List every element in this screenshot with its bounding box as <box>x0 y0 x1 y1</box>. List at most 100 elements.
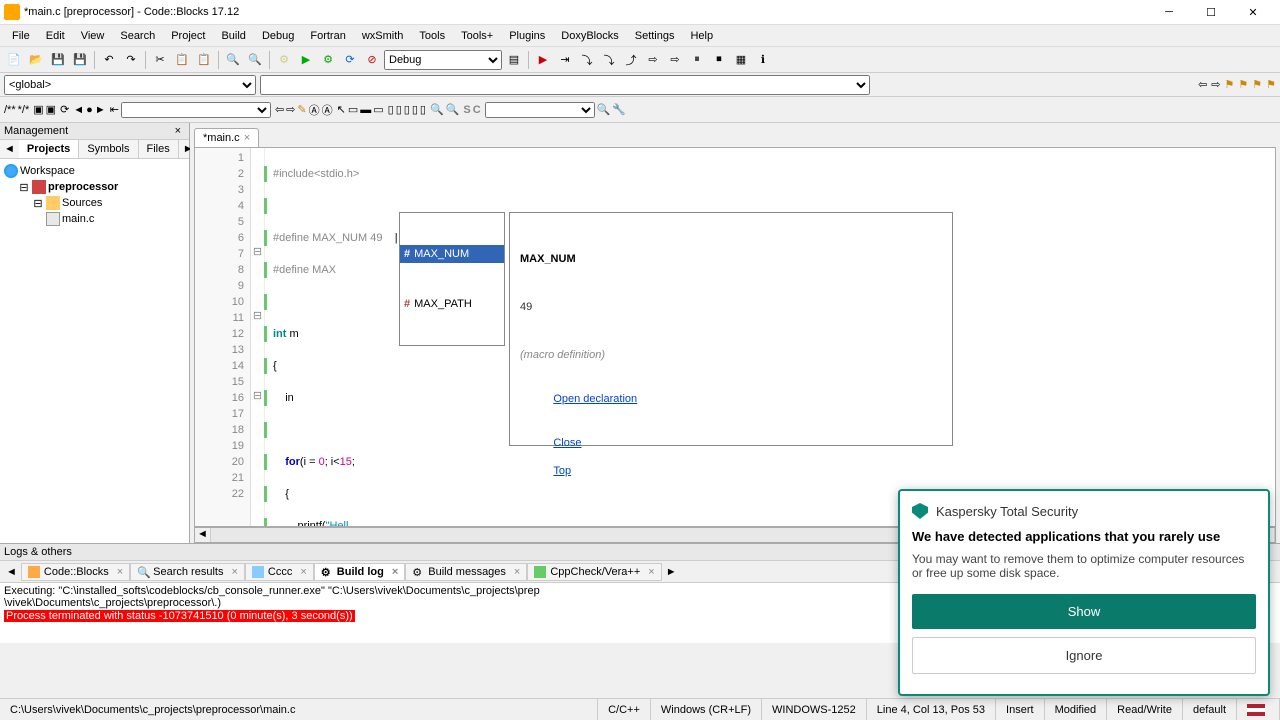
last-jump-icon[interactable]: ⇤ <box>110 103 119 116</box>
block1-icon[interactable]: ▯ <box>388 103 394 116</box>
logtabs-left-icon[interactable]: ◄ <box>2 566 21 578</box>
new-file-icon[interactable]: 📄 <box>4 50 24 70</box>
sel-icon[interactable]: ↖ <box>337 103 346 116</box>
box3-icon[interactable]: ▭ <box>373 103 383 116</box>
nav-fwd-icon[interactable]: ⇨ <box>1211 78 1220 91</box>
open-file-icon[interactable]: 📂 <box>26 50 46 70</box>
autocomplete-item[interactable]: #MAX_NUM <box>400 245 504 263</box>
run-to-cursor-icon[interactable]: ⇥ <box>555 50 575 70</box>
logtab-codeblocks[interactable]: Code::Blocks× <box>21 563 130 581</box>
menu-debug[interactable]: Debug <box>254 28 302 44</box>
refresh-icon[interactable]: ⟳ <box>60 103 69 116</box>
hl-text-icon[interactable]: Ⓐ <box>309 102 320 118</box>
jump-select[interactable] <box>121 102 271 118</box>
toggle-hdr-icon[interactable]: */* <box>18 104 30 116</box>
logtab-close-icon[interactable]: × <box>227 566 237 578</box>
debug-run-icon[interactable]: ▶ <box>533 50 553 70</box>
save-icon[interactable]: 💾 <box>48 50 68 70</box>
tooltip-top-link[interactable]: Top <box>553 463 571 479</box>
scope-select-left[interactable]: <global> <box>4 75 256 95</box>
abort-icon[interactable]: ⊘ <box>362 50 382 70</box>
kaspersky-ignore-button[interactable]: Ignore <box>912 637 1256 674</box>
maximize-button[interactable]: ☐ <box>1196 2 1226 22</box>
jump-fwd-icon[interactable]: ► <box>95 104 106 116</box>
block3-icon[interactable]: ▯ <box>404 103 410 116</box>
s-icon[interactable]: S <box>463 104 470 116</box>
menu-view[interactable]: View <box>73 28 113 44</box>
build-run-icon[interactable]: ⚙ <box>318 50 338 70</box>
step-out-icon[interactable]: ⤴ <box>621 50 641 70</box>
logtab-cccc[interactable]: Cccc× <box>245 563 314 581</box>
redo-icon[interactable]: ↷ <box>121 50 141 70</box>
menu-help[interactable]: Help <box>682 28 721 44</box>
fold-column[interactable]: ⊟⊟⊟ <box>251 148 265 526</box>
autocomplete-item[interactable]: #MAX_PATH <box>400 295 504 313</box>
nav-back-icon[interactable]: ⇦ <box>1198 78 1207 91</box>
management-close-icon[interactable]: × <box>171 125 185 137</box>
menu-edit[interactable]: Edit <box>38 28 73 44</box>
c-icon[interactable]: C <box>473 104 481 116</box>
rebuild-icon[interactable]: ⟳ <box>340 50 360 70</box>
tree-file[interactable]: main.c <box>4 211 185 227</box>
logtab-close-icon[interactable]: × <box>644 566 654 578</box>
options-icon[interactable]: 🔧 <box>612 103 626 116</box>
bookmark-next-icon[interactable]: ⚑ <box>1252 78 1262 91</box>
hl-clear-icon[interactable]: Ⓐ <box>322 102 333 118</box>
close-button[interactable]: ✕ <box>1238 2 1268 22</box>
tree-workspace[interactable]: Workspace <box>4 163 185 179</box>
hl-fwd-icon[interactable]: ⇨ <box>286 103 295 116</box>
hl-mark-icon[interactable]: ✎ <box>297 103 306 116</box>
stop-debug-icon[interactable]: ⏹ <box>709 50 729 70</box>
box1-icon[interactable]: ▭ <box>348 103 358 116</box>
block4-icon[interactable]: ▯ <box>412 103 418 116</box>
info-icon[interactable]: ℹ <box>753 50 773 70</box>
logtab-search[interactable]: 🔍Search results× <box>130 563 245 581</box>
tab-projects[interactable]: Projects <box>19 140 79 158</box>
search-field[interactable] <box>485 102 595 118</box>
editor-tab[interactable]: *main.c × <box>194 128 259 147</box>
step-instr-icon[interactable]: ⇨ <box>665 50 685 70</box>
menu-fortran[interactable]: Fortran <box>302 28 353 44</box>
menu-search[interactable]: Search <box>112 28 163 44</box>
editor-tab-close-icon[interactable]: × <box>244 132 250 144</box>
code-text[interactable]: #include<stdio.h> #define MAX_NUM 49 | #… <box>265 148 1275 526</box>
logtab-close-icon[interactable]: × <box>113 566 123 578</box>
menu-file[interactable]: File <box>4 28 38 44</box>
cut-icon[interactable]: ✂ <box>150 50 170 70</box>
logtab-close-icon[interactable]: × <box>510 566 520 578</box>
build-target-select[interactable]: Debug <box>384 50 502 70</box>
run-icon[interactable]: ▶ <box>296 50 316 70</box>
tooltip-close-link[interactable]: Close <box>553 435 581 451</box>
scroll-left-icon[interactable]: ◄ <box>195 528 211 542</box>
menu-settings[interactable]: Settings <box>627 28 683 44</box>
diff2-icon[interactable]: ▣ <box>46 103 56 116</box>
hl-back-icon[interactable]: ⇦ <box>275 103 284 116</box>
logtab-close-icon[interactable]: × <box>388 566 398 578</box>
debug-windows-icon[interactable]: ▦ <box>731 50 751 70</box>
minimize-button[interactable]: ─ <box>1154 2 1184 22</box>
code-area[interactable]: 12345678910111213141516171819202122 ⊟⊟⊟ … <box>194 147 1276 527</box>
jump-mark-icon[interactable]: ● <box>86 104 93 116</box>
menu-plugins[interactable]: Plugins <box>501 28 553 44</box>
next-instr-icon[interactable]: ⇨ <box>643 50 663 70</box>
step-into-icon[interactable]: ⤵ <box>599 50 619 70</box>
zoom-out-icon[interactable]: 🔍 <box>446 103 460 116</box>
break-icon[interactable]: ⏸ <box>687 50 707 70</box>
copy-icon[interactable]: 📋 <box>172 50 192 70</box>
menu-toolsplus[interactable]: Tools+ <box>453 28 501 44</box>
zoom-in-icon[interactable]: 🔍 <box>430 103 444 116</box>
paste-icon[interactable]: 📋 <box>194 50 214 70</box>
search-exec-icon[interactable]: 🔍 <box>597 103 611 116</box>
logtab-cppcheck[interactable]: CppCheck/Vera++× <box>527 563 661 581</box>
menu-wxsmith[interactable]: wxSmith <box>354 28 412 44</box>
bookmark-clear-icon[interactable]: ⚑ <box>1266 78 1276 91</box>
logtab-buildlog[interactable]: ⚙Build log× <box>314 563 405 581</box>
tree-sources[interactable]: ⊟ Sources <box>4 195 185 211</box>
bookmark-toggle-icon[interactable]: ⚑ <box>1225 78 1235 91</box>
menu-build[interactable]: Build <box>213 28 253 44</box>
next-line-icon[interactable]: ⤵ <box>577 50 597 70</box>
tree-collapse-icon[interactable]: ⊟ <box>18 181 30 194</box>
logtab-close-icon[interactable]: × <box>296 566 306 578</box>
jump-back-icon[interactable]: ◄ <box>73 104 84 116</box>
autocomplete-popup[interactable]: #MAX_NUM #MAX_PATH <box>399 212 505 346</box>
